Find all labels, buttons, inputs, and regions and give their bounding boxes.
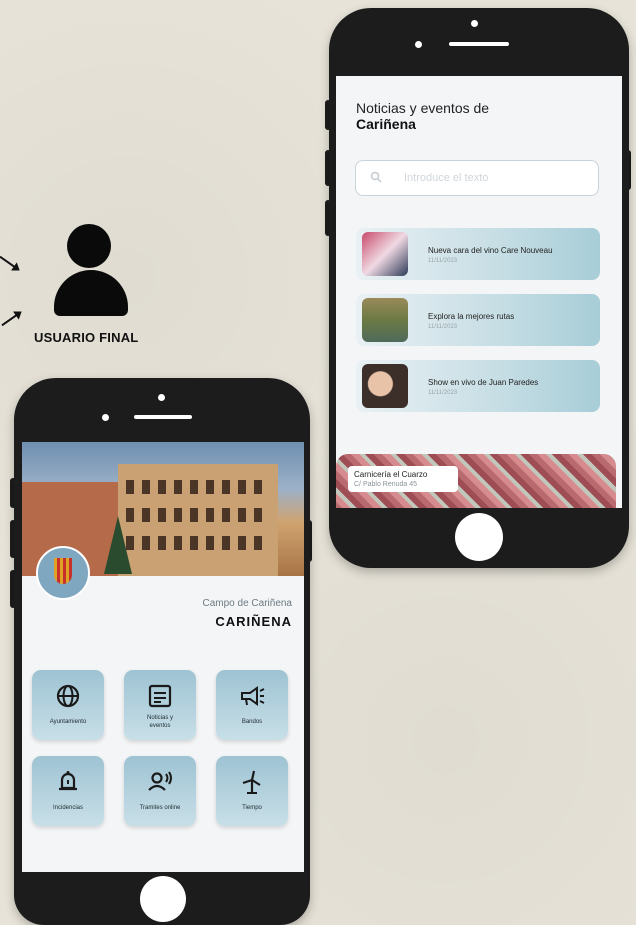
globe-icon [56,684,80,708]
tile-ayuntamiento[interactable]: Ayuntamiento [32,670,104,740]
news-heading: Noticias y eventos de [356,100,490,116]
tile-incidencias[interactable]: Incidencias [32,756,104,826]
camera-dot [471,20,478,27]
news-screen: Noticias y eventos de Cariñena Introduce… [336,76,622,508]
news-item-date: 11/11/2023 [428,390,458,396]
home-phone: Campo de Cariñena CARIÑENA Ayuntamiento … [14,378,310,925]
news-item-title: Show en vivo de Juan Paredes [428,378,539,387]
news-item[interactable]: Show en vivo de Juan Paredes 11/11/2023 [356,360,600,412]
tile-label: Bandos [241,719,263,725]
news-item-title: Nueva cara del vino Care Nouveau [428,246,553,255]
city-name: CARIÑENA [215,614,292,629]
news-thumbnail [362,232,408,276]
home-button[interactable] [455,513,503,561]
tile-label: Incidencias [52,805,84,811]
speaker [449,42,509,46]
person-voice-icon [148,771,172,791]
ad-name: Carnicería el Cuarzo [354,470,428,479]
tile-tramites[interactable]: Tramites online [124,756,196,826]
search-icon [370,171,382,183]
user-icon-head [67,224,111,268]
coat-of-arms-icon [36,546,90,600]
tile-noticias[interactable]: Noticias y eventos [124,670,196,740]
news-item-date: 11/11/2023 [428,258,458,264]
home-screen: Campo de Cariñena CARIÑENA Ayuntamiento … [22,442,304,872]
tile-label: Tiempo [242,805,262,811]
region-name: Campo de Cariñena [202,598,293,609]
tile-bandos[interactable]: Bandos [216,670,288,740]
tile-label: Tramites online [139,805,181,811]
news-city: Cariñena [356,116,416,132]
tile-label: Ayuntamiento [49,719,87,725]
ad-card: Carnicería el Cuarzo C/ Pablo Renuda 45 [348,466,458,492]
news-thumbnail [362,364,408,408]
town-hall-building [118,464,278,576]
home-button[interactable] [140,876,186,922]
christmas-tree [104,516,132,574]
ad-banner[interactable]: Carnicería el Cuarzo C/ Pablo Renuda 45 [336,454,616,508]
search-input[interactable]: Introduce el texto [355,160,599,196]
news-item-date: 11/11/2023 [428,324,458,330]
news-item-title: Explora la mejores rutas [428,312,515,321]
bell-icon [59,771,77,791]
sensor-dot [415,41,422,48]
camera-dot [158,394,165,401]
ad-address: C/ Pablo Renuda 45 [354,481,418,488]
sensor-dot [102,414,109,421]
tile-label: Noticias y eventos [146,715,173,729]
search-placeholder: Introduce el texto [404,172,489,184]
news-phone: Noticias y eventos de Cariñena Introduce… [329,8,629,568]
news-item[interactable]: Explora la mejores rutas 11/11/2023 [356,294,600,346]
speaker [134,415,192,419]
user-label: USUARIO FINAL [34,330,139,345]
windmill-icon [242,770,261,794]
tile-tiempo[interactable]: Tiempo [216,756,288,826]
megaphone-icon [241,686,265,706]
news-thumbnail [362,298,408,342]
news-icon [148,684,172,708]
news-item[interactable]: Nueva cara del vino Care Nouveau 11/11/2… [356,228,600,280]
